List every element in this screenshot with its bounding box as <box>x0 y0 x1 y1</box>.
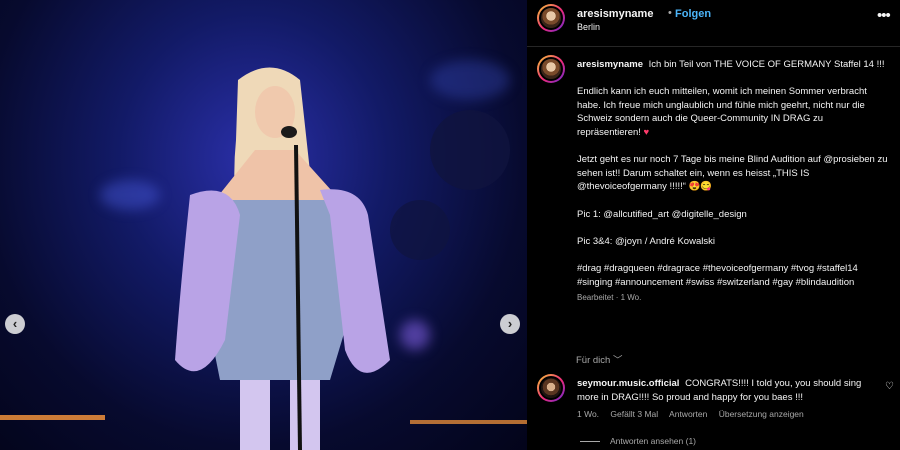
comment-author-username[interactable]: seymour.music.official <box>577 378 679 389</box>
caption-paragraph-2: Endlich kann ich euch mitteilen, womit i… <box>577 86 867 138</box>
post-author-username[interactable]: aresismyname <box>577 8 653 20</box>
view-replies-button[interactable]: Antworten ansehen (1) <box>580 436 696 446</box>
caption-credits-1: Pic 1: @allcutified_art @digitelle_desig… <box>577 208 747 220</box>
drum-kit <box>390 200 450 260</box>
comment-likes[interactable]: Gefällt 3 Mal <box>610 409 658 419</box>
separator-dot: • <box>668 7 672 19</box>
caption-author-username[interactable]: aresismyname <box>577 59 643 70</box>
translate-button[interactable]: Übersetzung anzeigen <box>719 409 804 419</box>
floor-light <box>0 415 105 420</box>
performer-photo <box>0 67 527 450</box>
post-location[interactable]: Berlin <box>577 22 600 32</box>
avatar[interactable] <box>537 374 565 402</box>
floor-light <box>410 420 527 424</box>
view-replies-label: Antworten ansehen (1) <box>610 436 696 446</box>
chevron-left-icon[interactable]: ‹ <box>5 314 25 334</box>
comment-actions: 1 Wo. Gefällt 3 Mal Antworten Übersetzun… <box>577 409 813 419</box>
caption-edited-meta: Bearbeitet · 1 Wo. <box>577 293 642 303</box>
comment-age: 1 Wo. <box>577 409 600 419</box>
heart-outline-icon[interactable]: ♡ <box>885 381 894 392</box>
for-you-dropdown[interactable]: Für dich ﹀ <box>576 352 622 366</box>
more-horizontal-icon[interactable]: ••• <box>877 7 891 24</box>
emoji: 😍😋 <box>688 181 713 193</box>
boot-left <box>240 380 270 450</box>
avatar[interactable] <box>537 4 565 32</box>
boot-right <box>290 380 320 450</box>
drum-kit <box>430 110 510 190</box>
post-sidebar: aresismyname • Folgen Berlin ••• aresism… <box>527 0 900 450</box>
chevron-right-icon[interactable]: › <box>500 314 520 334</box>
microphone <box>281 126 297 138</box>
caption-line-1: Ich bin Teil von THE VOICE OF GERMANY St… <box>648 59 885 70</box>
comment-text: seymour.music.official CONGRATS!!!! I to… <box>577 377 877 404</box>
caption-paragraph-3: Jetzt geht es nur noch 7 Tage bis meine … <box>577 154 888 193</box>
comment-item: seymour.music.official CONGRATS!!!! I to… <box>527 370 900 450</box>
post-header: aresismyname • Folgen Berlin ••• <box>527 0 900 47</box>
reply-button[interactable]: Antworten <box>669 409 707 419</box>
caption-hashtags[interactable]: #drag #dragqueen #dragrace #thevoiceofge… <box>577 262 889 289</box>
heart-emoji: ♥ <box>643 126 650 138</box>
caption-text: aresismyname Ich bin Teil von THE VOICE … <box>577 58 889 305</box>
caption-credits-2: Pic 3&4: @joyn / André Kowalski <box>577 235 715 247</box>
post-media[interactable]: ‹ › <box>0 0 527 450</box>
avatar[interactable] <box>537 55 565 83</box>
follow-button[interactable]: Folgen <box>675 8 711 20</box>
divider <box>580 441 600 443</box>
